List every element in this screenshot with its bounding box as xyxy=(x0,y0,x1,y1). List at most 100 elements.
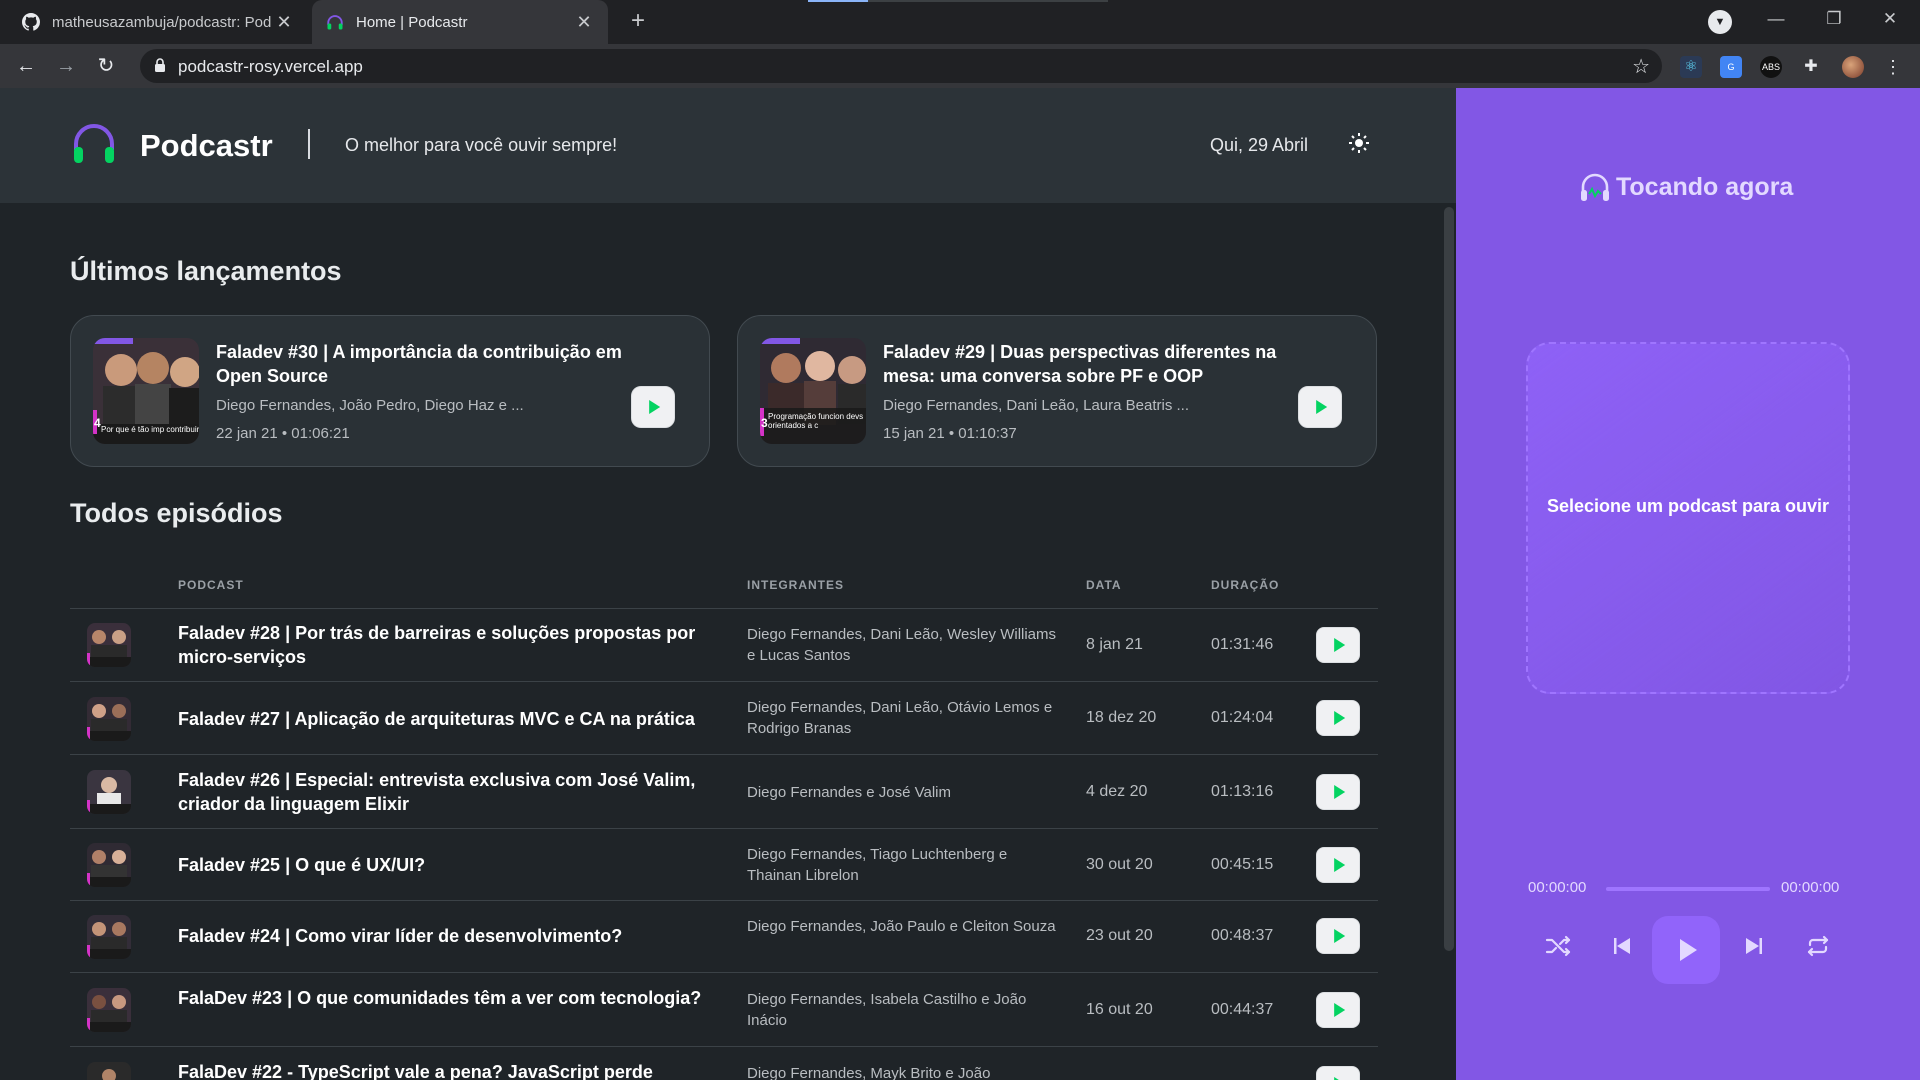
play-icon xyxy=(1334,711,1346,725)
thumbnail-caption: Por que é tão imp contribuir em Open S xyxy=(101,426,199,434)
episode-title[interactable]: Faladev #30 | A importância da contribui… xyxy=(216,340,656,388)
progress-slider[interactable] xyxy=(1606,887,1770,891)
player-panel: Tocando agora Selecione um podcast para … xyxy=(1456,88,1920,1080)
play-episode-button[interactable] xyxy=(1316,918,1360,954)
episode-thumbnail[interactable] xyxy=(87,988,131,1032)
episode-title-link[interactable]: Faladev #27 | Aplicação de arquiteturas … xyxy=(178,707,733,731)
episode-title-link[interactable]: Faladev #28 | Por trás de barreiras e so… xyxy=(178,621,733,669)
close-icon[interactable]: ✕ xyxy=(274,12,294,33)
play-icon xyxy=(1334,638,1346,652)
extensions-puzzle-icon[interactable]: ✚ xyxy=(1800,56,1822,78)
play-episode-button[interactable] xyxy=(1316,992,1360,1028)
app-header: Podcastr O melhor para você ouvir sempre… xyxy=(0,88,1456,203)
address-bar[interactable]: podcastr-rosy.vercel.app ☆ xyxy=(140,49,1662,83)
episode-date: 8 jan 21 xyxy=(1086,636,1143,653)
column-header-date: DATA xyxy=(1086,578,1122,592)
column-header-duration: DURAÇÃO xyxy=(1211,578,1280,592)
bookmark-star-icon[interactable]: ☆ xyxy=(1632,54,1650,79)
window-close-icon[interactable]: ✕ xyxy=(1862,0,1918,40)
browser-tab-podcastr[interactable]: Home | Podcastr ✕ xyxy=(312,0,608,44)
episode-title-link[interactable]: Faladev #24 | Como virar líder de desenv… xyxy=(178,924,733,948)
play-episode-button[interactable] xyxy=(1316,627,1360,663)
latest-episode-card[interactable]: Por que é tão imp contribuir em Open S 4… xyxy=(70,315,710,467)
episode-duration: 01:24:04 xyxy=(1211,709,1274,726)
episode-thumbnail[interactable] xyxy=(87,915,131,959)
reload-icon[interactable]: ↻ xyxy=(90,50,122,82)
episode-duration: 01:13:16 xyxy=(1211,783,1274,800)
next-track-icon[interactable] xyxy=(1734,926,1774,966)
browser-toolbar: ← → ↻ podcastr-rosy.vercel.app ☆ ⚛ G ABS… xyxy=(0,44,1920,88)
thumbnail-number: 3 xyxy=(761,416,768,430)
url-text: podcastr-rosy.vercel.app xyxy=(178,57,363,76)
episode-members: Diego Fernandes, Dani Leão, Wesley Willi… xyxy=(747,626,1057,664)
episode-members: Diego Fernandes e José Valim xyxy=(747,784,951,801)
app-logo-text: Podcastr xyxy=(140,128,273,163)
episode-thumbnail[interactable]: Programação funcion devs orientados a c … xyxy=(760,338,866,444)
episode-duration: 00:44:37 xyxy=(1211,1001,1274,1018)
play-episode-button[interactable] xyxy=(1316,847,1360,883)
episode-thumbnail[interactable] xyxy=(87,843,131,887)
translate-icon[interactable]: G xyxy=(1720,56,1742,78)
minimize-icon[interactable]: — xyxy=(1748,0,1804,40)
abs-extension-icon[interactable]: ABS xyxy=(1760,56,1782,78)
back-icon[interactable]: ← xyxy=(10,50,42,82)
episode-members: Diego Fernandes, Tiago Luchtenberg e Tha… xyxy=(747,846,1008,884)
tab-title: matheusazambuja/podcastr: Pod xyxy=(52,13,272,31)
close-icon[interactable]: ✕ xyxy=(574,12,594,33)
scrollbar[interactable] xyxy=(1444,207,1454,951)
play-icon xyxy=(1334,929,1346,943)
react-devtools-icon[interactable]: ⚛ xyxy=(1680,56,1702,78)
shuffle-icon[interactable] xyxy=(1538,926,1578,966)
tab-search-icon[interactable]: ▼ xyxy=(1708,10,1732,34)
main-content: Últimos lançamentos Por que é tão imp co… xyxy=(0,203,1456,1080)
avatar[interactable] xyxy=(1842,56,1864,78)
episode-duration: 00:48:37 xyxy=(1211,927,1274,944)
forward-icon[interactable]: → xyxy=(50,50,82,82)
episode-thumbnail[interactable] xyxy=(87,697,131,741)
browser-menu-icon[interactable]: ⋮ xyxy=(1882,56,1904,78)
episode-date-duration: 22 jan 21 • 01:06:21 xyxy=(216,425,350,442)
episode-title-link[interactable]: FalaDev #23 | O que comunidades têm a ve… xyxy=(178,986,733,1010)
play-episode-button[interactable] xyxy=(1316,774,1360,810)
episode-members: Diego Fernandes, João Pedro, Diego Haz e… xyxy=(216,397,524,414)
episode-thumbnail[interactable] xyxy=(87,1062,131,1080)
episode-thumbnail[interactable]: Por que é tão imp contribuir em Open S 4 xyxy=(93,338,199,444)
play-episode-button[interactable] xyxy=(1316,1066,1360,1080)
browser-tab-github[interactable]: matheusazambuja/podcastr: Pod ✕ xyxy=(8,0,308,44)
table-row: Faladev #26 | Especial: entrevista exclu… xyxy=(70,756,1378,829)
episode-thumbnail[interactable] xyxy=(87,623,131,667)
episode-date: 23 out 20 xyxy=(1086,927,1153,944)
header-divider xyxy=(308,129,310,159)
play-episode-button[interactable] xyxy=(1298,386,1342,428)
column-header-members: INTEGRANTES xyxy=(747,578,845,592)
episode-title-link[interactable]: Faladev #25 | O que é UX/UI? xyxy=(178,853,733,877)
episode-date-duration: 15 jan 21 • 01:10:37 xyxy=(883,425,1017,442)
thumbnail-number: 4 xyxy=(94,416,101,430)
episode-members: Diego Fernandes, Dani Leão, Laura Beatri… xyxy=(883,397,1190,414)
table-row: FalaDev #22 - TypeScript vale a pena? Ja… xyxy=(70,1048,1378,1080)
total-time: 00:00:00 xyxy=(1781,879,1840,896)
episode-title-link[interactable]: Faladev #26 | Especial: entrevista exclu… xyxy=(178,768,733,816)
github-icon xyxy=(22,13,40,31)
table-row: Faladev #24 | Como virar líder de desenv… xyxy=(70,902,1378,973)
restore-icon[interactable]: ❐ xyxy=(1806,0,1862,40)
play-episode-button[interactable] xyxy=(631,386,675,428)
episode-title[interactable]: Faladev #29 | Duas perspectivas diferent… xyxy=(883,340,1323,388)
previous-track-icon[interactable] xyxy=(1602,926,1642,966)
play-icon xyxy=(1334,785,1346,799)
current-time: 00:00:00 xyxy=(1528,879,1587,896)
sun-theme-toggle-icon[interactable] xyxy=(1349,133,1369,153)
episode-thumbnail[interactable] xyxy=(87,770,131,814)
table-row: Faladev #28 | Por trás de barreiras e so… xyxy=(70,609,1378,682)
empty-player-placeholder: Selecione um podcast para ouvir xyxy=(1526,342,1850,694)
new-tab-icon[interactable]: + xyxy=(622,6,654,38)
play-icon xyxy=(1316,400,1328,414)
play-episode-button[interactable] xyxy=(1316,700,1360,736)
latest-episode-card[interactable]: Programação funcion devs orientados a c … xyxy=(737,315,1377,467)
repeat-icon[interactable] xyxy=(1798,926,1838,966)
play-button[interactable] xyxy=(1652,916,1720,984)
episode-duration: 00:45:15 xyxy=(1211,856,1274,873)
play-icon xyxy=(649,400,661,414)
episode-duration: 01:31:46 xyxy=(1211,636,1274,653)
episode-title-link[interactable]: FalaDev #22 - TypeScript vale a pena? Ja… xyxy=(178,1060,733,1080)
